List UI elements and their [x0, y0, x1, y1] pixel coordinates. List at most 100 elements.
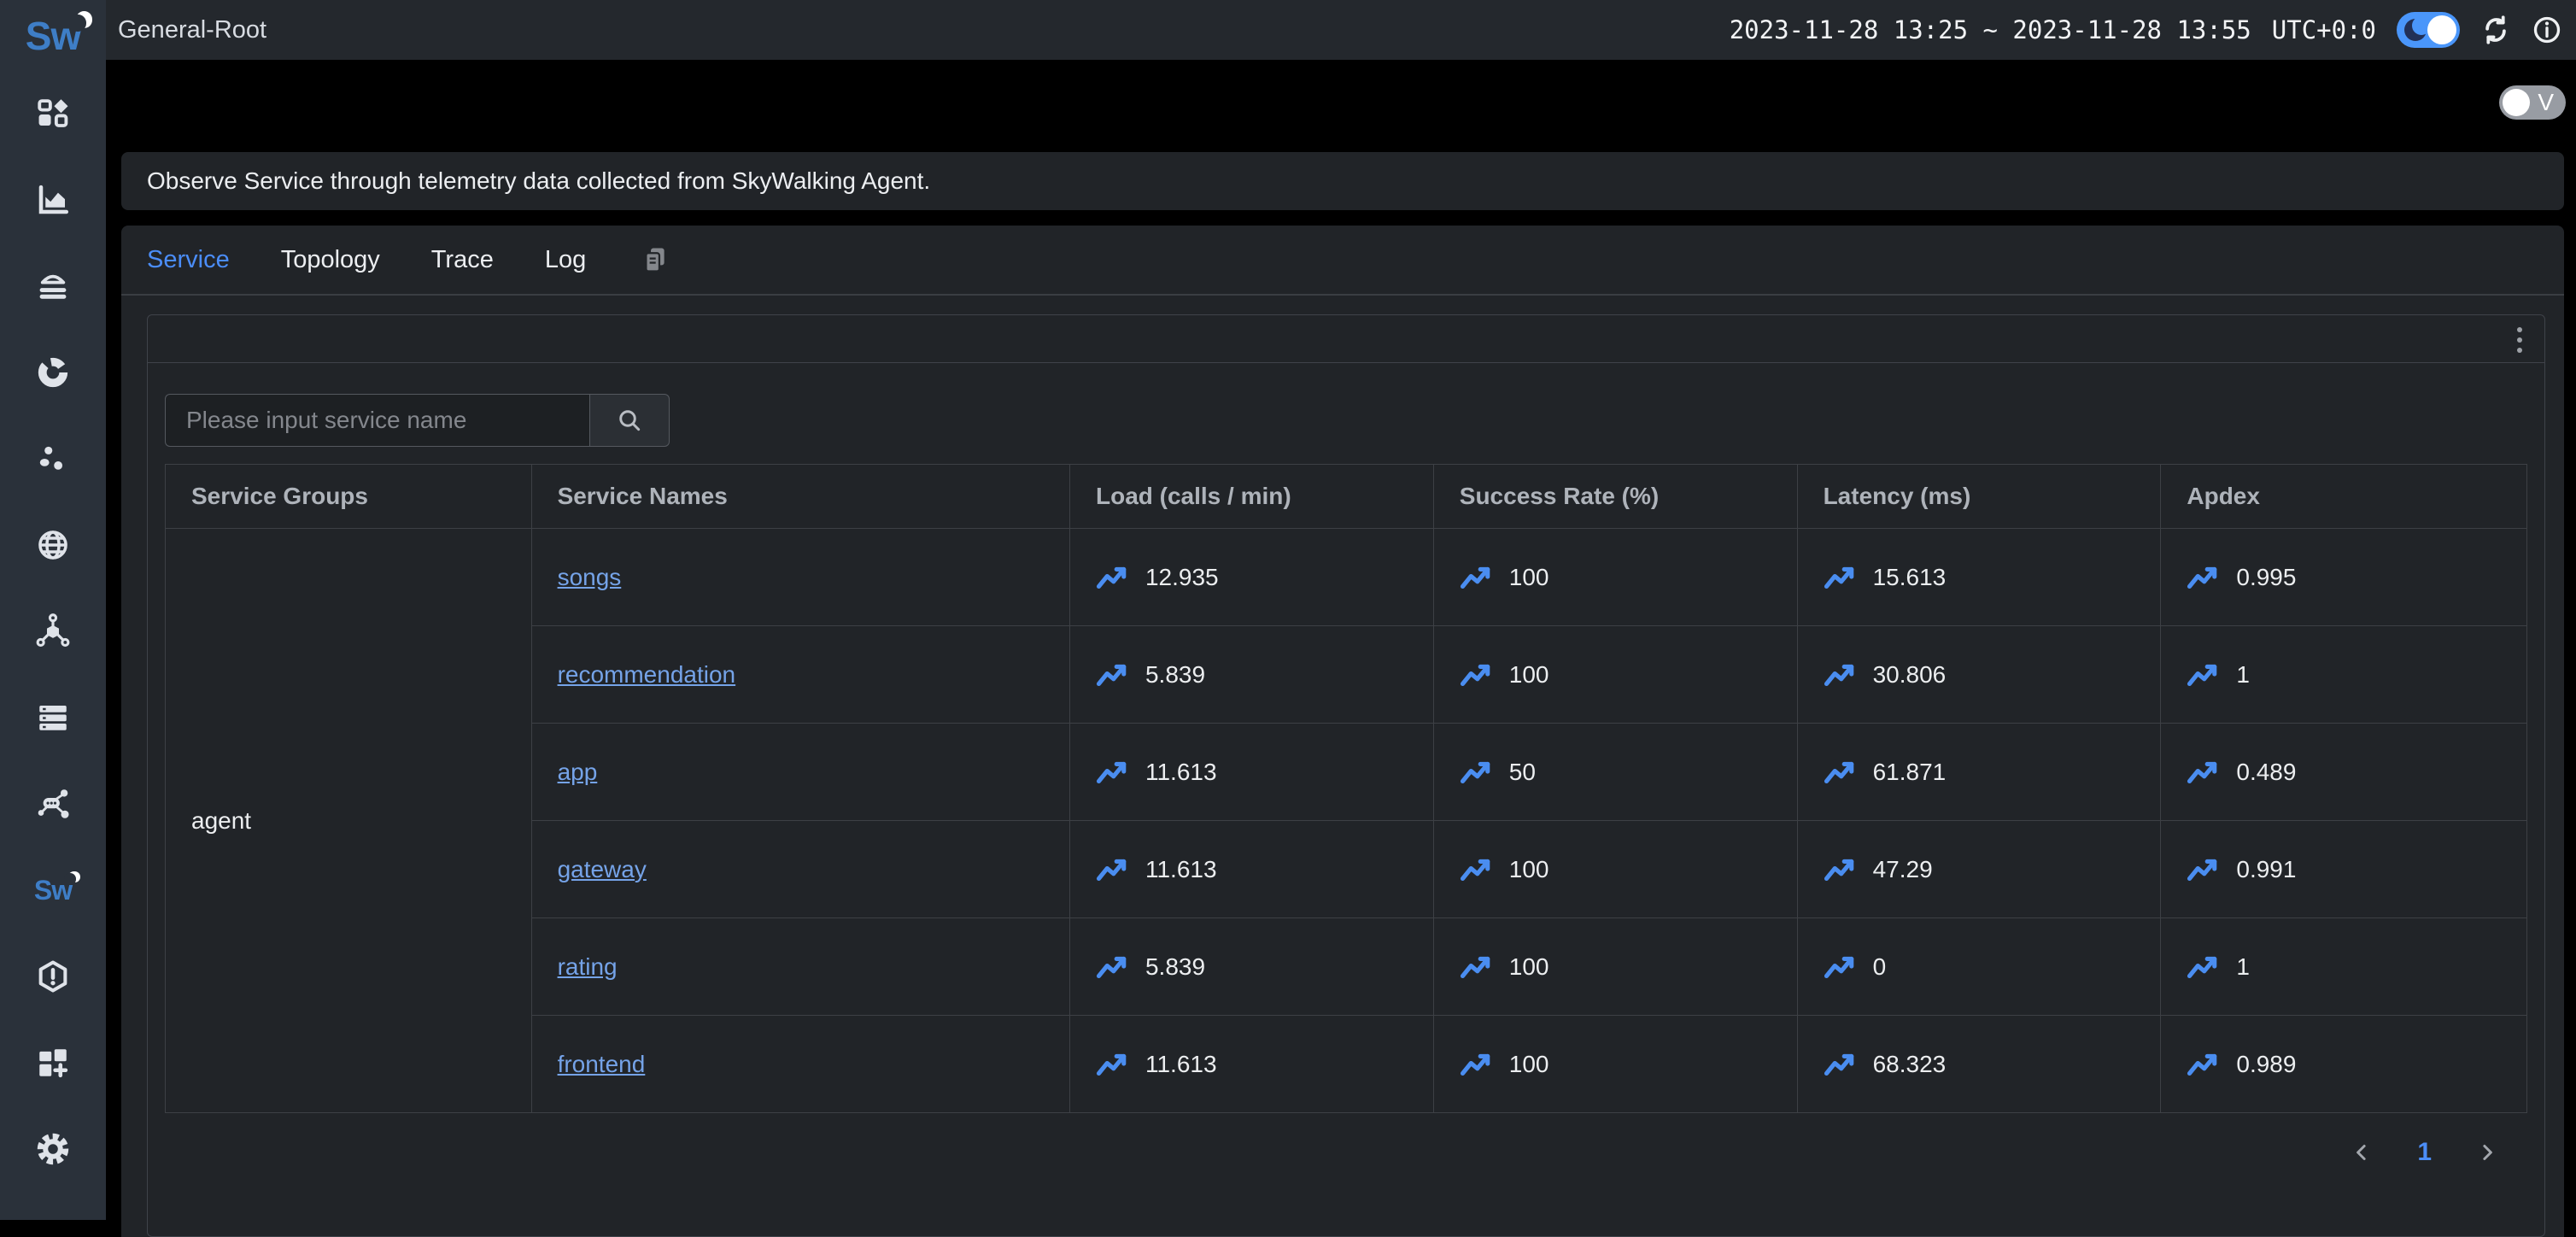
- apdex-value: 0.489: [2236, 759, 2296, 786]
- sidebar-item-dashboard[interactable]: [0, 70, 106, 156]
- settings-icon: [35, 1131, 71, 1167]
- latency-value: 61.871: [1873, 759, 1947, 786]
- service-link[interactable]: app: [558, 759, 598, 785]
- topology-icon: [35, 786, 71, 822]
- trend-line-icon: [1460, 1052, 1494, 1077]
- load-cell: 11.613: [1069, 724, 1433, 821]
- dashboard-content: V Observe Service through telemetry data…: [106, 60, 2576, 1220]
- success_rate-value: 100: [1509, 1051, 1549, 1078]
- tab-trace[interactable]: Trace: [431, 246, 494, 274]
- latency-cell: 15.613: [1797, 529, 2161, 626]
- tab-service[interactable]: Service: [147, 246, 230, 274]
- globe-icon: [35, 527, 71, 563]
- sidebar-item-cube-3d[interactable]: [0, 588, 106, 674]
- trend-line-icon: [2187, 759, 2221, 785]
- tab-log[interactable]: Log: [545, 246, 586, 274]
- logo-crescent-icon: [76, 11, 92, 27]
- scatter-dots-icon: [35, 441, 71, 477]
- sidebar-item-bar-chart[interactable]: [0, 156, 106, 243]
- trend-line-icon: [1824, 954, 1858, 980]
- latency-value: 30.806: [1873, 661, 1947, 689]
- trend-line-icon: [2187, 1052, 2221, 1077]
- success_rate-cell: 100: [1433, 626, 1797, 724]
- trend-line-icon: [1824, 1052, 1858, 1077]
- sidebar-item-alarm[interactable]: [0, 933, 106, 1019]
- widgets-plus-icon: [35, 1045, 71, 1081]
- success_rate-cell: 100: [1433, 529, 1797, 626]
- trend-line-icon: [1460, 954, 1494, 980]
- trend-line-icon: [1096, 857, 1130, 882]
- server-list-icon: [35, 700, 71, 736]
- apdex-cell: 1: [2161, 626, 2527, 724]
- table-header-row: Service GroupsService NamesLoad (calls /…: [166, 465, 2527, 529]
- load-cell: 5.839: [1069, 918, 1433, 1016]
- dashboard-icon: [35, 96, 71, 132]
- apdex-cell: 0.995: [2161, 529, 2527, 626]
- view-toggle-label: V: [2538, 89, 2554, 116]
- search-button[interactable]: [589, 394, 670, 447]
- sidebar-item-scatter-dots[interactable]: [0, 415, 106, 501]
- moon-icon: [2404, 19, 2427, 41]
- apdex-cell: 1: [2161, 918, 2527, 1016]
- copy-icon[interactable]: [641, 245, 670, 274]
- tab-topology[interactable]: Topology: [281, 246, 380, 274]
- skywalking-logo[interactable]: Sw: [0, 0, 106, 62]
- info-icon[interactable]: [2532, 15, 2562, 45]
- service-name-cell: app: [531, 724, 1069, 821]
- apdex-value: 0.989: [2236, 1051, 2296, 1078]
- sidebar-item-widgets-plus[interactable]: [0, 1019, 106, 1105]
- time-range[interactable]: 2023-11-28 13:25 ~ 2023-11-28 13:55: [1730, 15, 2251, 44]
- trend-line-icon: [2187, 954, 2221, 980]
- column-header: Service Groups: [166, 465, 532, 529]
- apdex-cell: 0.991: [2161, 821, 2527, 918]
- sidebar-item-globe[interactable]: [0, 501, 106, 588]
- success_rate-cell: 50: [1433, 724, 1797, 821]
- refresh-icon[interactable]: [2480, 15, 2511, 45]
- column-header: Latency (ms): [1797, 465, 2161, 529]
- service-group-cell: agent: [166, 529, 532, 1113]
- service-link[interactable]: frontend: [558, 1051, 646, 1077]
- service-link[interactable]: rating: [558, 953, 618, 980]
- service-link[interactable]: songs: [558, 564, 622, 590]
- service-table: Service GroupsService NamesLoad (calls /…: [165, 464, 2527, 1113]
- widget-menu-icon[interactable]: [2517, 327, 2522, 353]
- cube-3d-icon: [35, 613, 71, 649]
- load-value: 5.839: [1145, 661, 1205, 689]
- trend-line-icon: [1096, 954, 1130, 980]
- trend-line-icon: [1460, 662, 1494, 688]
- column-header: Load (calls / min): [1069, 465, 1433, 529]
- pie-chart-icon: [35, 355, 71, 390]
- sidebar-item-pie-chart[interactable]: [0, 329, 106, 415]
- column-header: Apdex: [2161, 465, 2527, 529]
- column-header: Service Names: [531, 465, 1069, 529]
- sidebar-item-server-list[interactable]: [0, 674, 106, 760]
- next-page-icon[interactable]: [2474, 1140, 2500, 1165]
- sidebar-item-layers[interactable]: [0, 243, 106, 329]
- service-link[interactable]: recommendation: [558, 661, 736, 688]
- load-value: 11.613: [1145, 856, 1217, 883]
- success_rate-value: 100: [1509, 856, 1549, 883]
- trend-line-icon: [1096, 1052, 1130, 1077]
- service-search-input[interactable]: [165, 394, 589, 447]
- theme-toggle[interactable]: [2397, 12, 2460, 48]
- service-link[interactable]: gateway: [558, 856, 647, 882]
- sidebar-item-settings[interactable]: [0, 1105, 106, 1192]
- sidebar-item-skywalking[interactable]: Sw: [0, 847, 106, 933]
- dashboard-banner: Observe Service through telemetry data c…: [121, 152, 2564, 210]
- trend-line-icon: [1824, 662, 1858, 688]
- current-page[interactable]: 1: [2417, 1138, 2432, 1167]
- sidebar-menu: Sw: [0, 70, 106, 1192]
- service-name-cell: recommendation: [531, 626, 1069, 724]
- latency-cell: 30.806: [1797, 626, 2161, 724]
- trend-line-icon: [2187, 857, 2221, 882]
- apdex-value: 0.991: [2236, 856, 2296, 883]
- success_rate-value: 100: [1509, 661, 1549, 689]
- view-mode-toggle[interactable]: V: [2499, 85, 2566, 120]
- layers-icon: [35, 268, 71, 304]
- sidebar-item-topology[interactable]: [0, 760, 106, 847]
- load-cell: 11.613: [1069, 821, 1433, 918]
- timezone[interactable]: UTC+0:0: [2272, 15, 2376, 44]
- sidebar: Sw Sw: [0, 0, 106, 1220]
- prev-page-icon[interactable]: [2349, 1140, 2374, 1165]
- trend-line-icon: [1824, 759, 1858, 785]
